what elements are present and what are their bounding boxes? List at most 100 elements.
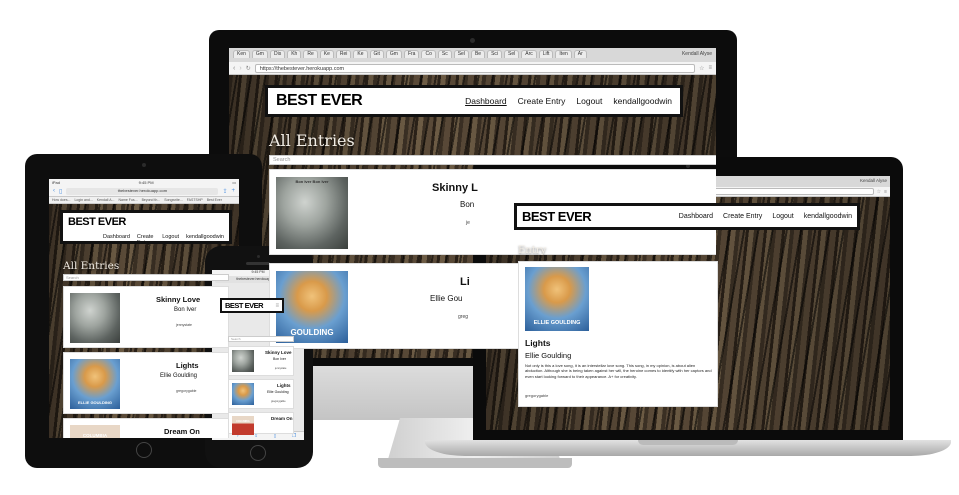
- browser-tab[interactable]: Kh: [287, 50, 302, 58]
- cover-caption: ELLIE GOULDING: [78, 400, 112, 405]
- browser-tab[interactable]: Sel: [453, 50, 469, 58]
- menu-icon[interactable]: ≡: [884, 189, 887, 195]
- star-icon[interactable]: ☆: [699, 65, 704, 72]
- entry-card[interactable]: Lights Ellie Goulding gregorygable: [228, 379, 294, 409]
- album-cover: [70, 293, 120, 343]
- browser-tab[interactable]: Git: [369, 50, 384, 58]
- back-icon[interactable]: ‹: [233, 65, 235, 72]
- search-input[interactable]: Search: [228, 336, 294, 342]
- entry-artist: Ellie Goulding: [267, 390, 289, 394]
- search-input[interactable]: Search: [63, 274, 229, 281]
- entry-card[interactable]: COLUMBIA Dream On: [228, 412, 294, 435]
- entry-title: Lights: [176, 361, 199, 370]
- entry-title: Dream On: [164, 427, 200, 436]
- bookmark-item[interactable]: Login and...: [74, 198, 92, 202]
- browser-tab[interactable]: Ke: [319, 50, 334, 58]
- share-icon[interactable]: ⇪: [222, 188, 227, 195]
- browser-tab[interactable]: Co: [421, 50, 436, 58]
- nav-user[interactable]: kendallgoodwin: [186, 234, 224, 246]
- browser-tab[interactable]: Iten: [555, 50, 572, 58]
- nav-user[interactable]: kendallgoodwin: [613, 96, 672, 106]
- nav-logout[interactable]: Logout: [162, 234, 179, 246]
- browser-tab[interactable]: Ar: [573, 50, 587, 58]
- entry-artist: Bon: [460, 200, 475, 209]
- browser-tab[interactable]: Arc: [521, 50, 537, 58]
- browser-tab[interactable]: Ken: [233, 50, 250, 58]
- browser-tab[interactable]: Sel: [504, 50, 520, 58]
- browser-tab[interactable]: Ke: [353, 50, 368, 58]
- ipad-address-bar: ‹ ▯ thebestever.herokuapp.com ⇪ +: [49, 186, 239, 197]
- entry-user: greg: [458, 314, 469, 320]
- entry-card[interactable]: COLUMBIA Dream On: [63, 418, 229, 438]
- search-input[interactable]: Search: [269, 155, 716, 165]
- nav-logout[interactable]: Logout: [772, 213, 793, 220]
- forward-icon[interactable]: ›: [239, 65, 241, 72]
- imac-address-bar: ‹ › ↻ https://thebestever.herokuapp.com …: [229, 62, 716, 75]
- ipad-status-time: 9:45 PM: [138, 180, 154, 185]
- browser-tab[interactable]: Rei: [335, 50, 352, 58]
- cover-caption: COLUMBIA: [82, 433, 108, 438]
- reload-icon[interactable]: ↻: [246, 65, 251, 72]
- browser-tab[interactable]: Dis: [269, 50, 286, 58]
- bookmark-item[interactable]: Songwrite...: [164, 198, 182, 202]
- site-logo[interactable]: BEST EVER: [68, 216, 126, 228]
- ipad-home-button[interactable]: [136, 442, 152, 458]
- bookmark-item[interactable]: How does...: [52, 198, 70, 202]
- add-tab-icon[interactable]: +: [231, 188, 235, 194]
- nav-dashboard[interactable]: Dashboard: [465, 96, 507, 106]
- responsive-mockup: Ken Gm Dis Kh Re Ke Rei Ke Git Gm Fra Co Sc Sel Be Sci S…: [0, 0, 959, 495]
- iphone-camera: [257, 255, 260, 258]
- imac-profile-name[interactable]: Kendall Alyse: [682, 51, 712, 57]
- cover-caption: Bon Iver Bon Iver: [295, 179, 329, 184]
- macbook-profile-name[interactable]: Kendall Alyse: [860, 178, 887, 183]
- album-cover: ELLIE GOULDING: [525, 267, 589, 331]
- bookmark-item[interactable]: FASTSHP: [187, 198, 203, 202]
- page-title: Entry: [518, 245, 547, 256]
- back-icon[interactable]: ‹: [53, 188, 55, 194]
- imac-url-field[interactable]: https://thebestever.herokuapp.com: [254, 63, 696, 73]
- macbook-navbar: BEST EVER Dashboard Create Entry Logout …: [514, 203, 860, 230]
- browser-tab[interactable]: Gm: [251, 50, 268, 58]
- entry-card[interactable]: Skinny Love Bon Iver jennystate: [63, 286, 229, 348]
- entry-title: Lights: [525, 338, 551, 348]
- browser-tab[interactable]: Sci: [487, 50, 503, 58]
- nav-dashboard[interactable]: Dashboard: [103, 234, 130, 246]
- browser-tab[interactable]: Re: [303, 50, 318, 58]
- browser-tab[interactable]: Fra: [403, 50, 420, 58]
- iphone-home-button[interactable]: [250, 445, 266, 461]
- star-icon[interactable]: ☆: [877, 189, 881, 195]
- iphone-navbar: BEST EVER ≡: [220, 298, 284, 313]
- site-logo[interactable]: BEST EVER: [276, 92, 363, 110]
- browser-tab[interactable]: Lift: [538, 50, 554, 58]
- ipad-navbar: BEST EVER Dashboard Create Entry Logout …: [60, 210, 232, 246]
- bookmarks-icon[interactable]: ▯: [59, 188, 62, 195]
- album-cover: COLUMBIA: [70, 425, 120, 438]
- nav-create-entry[interactable]: Create Entry: [518, 96, 566, 106]
- nav-dashboard[interactable]: Dashboard: [679, 213, 713, 220]
- entry-card[interactable]: ELLIE GOULDING Lights Ellie Goulding gre…: [63, 352, 229, 414]
- site-logo[interactable]: BEST EVER: [225, 301, 264, 310]
- nav-logout[interactable]: Logout: [576, 96, 602, 106]
- entry-user: gregorygable: [271, 400, 286, 403]
- imac-camera: [470, 38, 475, 43]
- entry-card[interactable]: Skinny Love Bon Iver jennystate: [228, 346, 294, 376]
- bookmark-item[interactable]: Beyond th...: [142, 198, 161, 202]
- bookmark-item[interactable]: Best Ever: [207, 198, 222, 202]
- browser-tab[interactable]: Be: [470, 50, 486, 58]
- site-logo[interactable]: BEST EVER: [522, 209, 592, 224]
- cover-caption: COLUMBIA: [236, 420, 250, 423]
- browser-tab[interactable]: Gm: [385, 50, 402, 58]
- browser-tab[interactable]: Sc: [437, 50, 452, 58]
- ipad-camera: [142, 163, 146, 167]
- bookmark-item[interactable]: Kendall A...: [97, 198, 115, 202]
- album-cover: GOULDING: [276, 271, 348, 343]
- nav-user[interactable]: kendallgoodwin: [804, 213, 852, 220]
- nav-create-entry[interactable]: Create Entry: [723, 213, 762, 220]
- nav-create-entry[interactable]: Create Entry: [137, 234, 155, 246]
- menu-toggle-icon[interactable]: ≡: [275, 303, 279, 309]
- menu-icon[interactable]: ≡: [708, 65, 712, 71]
- ipad-url-field[interactable]: thebestever.herokuapp.com: [66, 187, 219, 195]
- entry-artist: Ellie Gou: [430, 294, 463, 303]
- album-cover: [232, 383, 254, 405]
- bookmark-item[interactable]: Name Fus...: [119, 198, 138, 202]
